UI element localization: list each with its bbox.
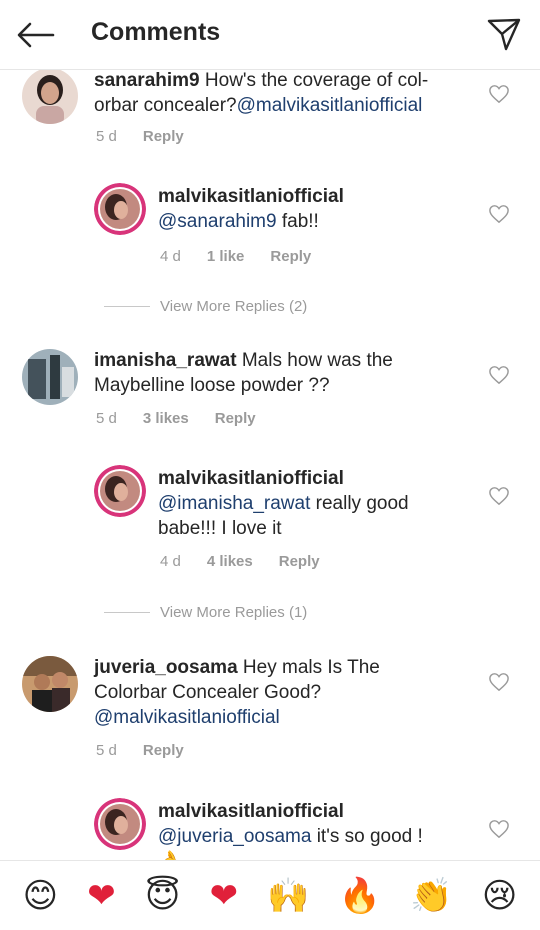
comment-username[interactable]: malvikasitlaniofficial [158, 186, 344, 207]
back-button[interactable] [16, 18, 56, 52]
comment-age: 4 d [160, 553, 181, 570]
comment-age: 5 d [96, 410, 117, 427]
mention-link[interactable]: @malvikasitlaniofficial [237, 95, 423, 116]
avatar[interactable] [22, 68, 78, 124]
comment-text: fab!! [281, 211, 319, 232]
share-button[interactable] [486, 16, 522, 52]
divider [104, 306, 150, 307]
like-heart-icon[interactable] [488, 819, 510, 839]
crying-emoji-button[interactable]: 😢 [482, 876, 517, 916]
view-more-replies-button[interactable]: View More Replies (1) [104, 604, 307, 621]
comment-username[interactable]: malvikasitlaniofficial [158, 801, 344, 822]
mention-link[interactable]: @sanarahim9 [158, 211, 277, 232]
reply-button[interactable]: Reply [143, 742, 184, 759]
reply-button[interactable]: Reply [270, 248, 311, 265]
comments-list: sanarahim9 How's the coverage of col-orb… [0, 60, 540, 860]
reply-button[interactable]: Reply [215, 410, 256, 427]
comment-age: 5 d [96, 742, 117, 759]
avatar[interactable] [22, 349, 78, 405]
red-heart-emoji-button[interactable]: ❤ [210, 876, 239, 916]
comment-age: 4 d [160, 248, 181, 265]
emoji-quick-reply-bar: 😊 ❤ 😇 ❤ 🙌 🔥 👏 😢 [0, 860, 540, 930]
avatar[interactable] [22, 656, 78, 712]
page-title: Comments [91, 18, 221, 46]
like-count[interactable]: 1 like [207, 248, 245, 265]
like-count[interactable]: 4 likes [207, 553, 253, 570]
divider [104, 612, 150, 613]
avatar[interactable] [94, 798, 146, 850]
clap-emoji-button[interactable]: 👏 [410, 876, 452, 916]
comment-age: 5 d [96, 128, 117, 145]
avatar[interactable] [94, 183, 146, 235]
like-heart-icon[interactable] [488, 84, 510, 104]
back-arrow-icon [17, 22, 55, 48]
fire-emoji-button[interactable]: 🔥 [339, 876, 381, 916]
comment-username[interactable]: juveria_oosama [94, 657, 238, 678]
halo-emoji-button[interactable]: 😇 [145, 876, 180, 916]
reply-button[interactable]: Reply [279, 553, 320, 570]
top-bar: Comments [0, 0, 540, 70]
smile-emoji-button[interactable]: 😊 [23, 876, 58, 916]
avatar[interactable] [94, 465, 146, 517]
reply-button[interactable]: Reply [143, 128, 184, 145]
comment-username[interactable]: sanarahim9 [94, 70, 200, 91]
like-heart-icon[interactable] [488, 365, 510, 385]
view-more-replies-button[interactable]: View More Replies (2) [104, 298, 307, 315]
like-heart-icon[interactable] [488, 672, 510, 692]
like-count[interactable]: 3 likes [143, 410, 189, 427]
like-heart-icon[interactable] [488, 486, 510, 506]
comment-username[interactable]: imanisha_rawat [94, 350, 237, 371]
mention-link[interactable]: @juveria_oosama [158, 826, 311, 847]
mention-link[interactable]: @imanisha_rawat [158, 493, 310, 514]
like-heart-icon[interactable] [488, 204, 510, 224]
comment-username[interactable]: malvikasitlaniofficial [158, 468, 344, 489]
mention-link[interactable]: @malvikasitlaniofficial [94, 707, 280, 728]
heart-emoji-button[interactable]: ❤ [87, 876, 116, 916]
send-icon [487, 18, 521, 51]
raised-hands-emoji-button[interactable]: 🙌 [267, 876, 309, 916]
